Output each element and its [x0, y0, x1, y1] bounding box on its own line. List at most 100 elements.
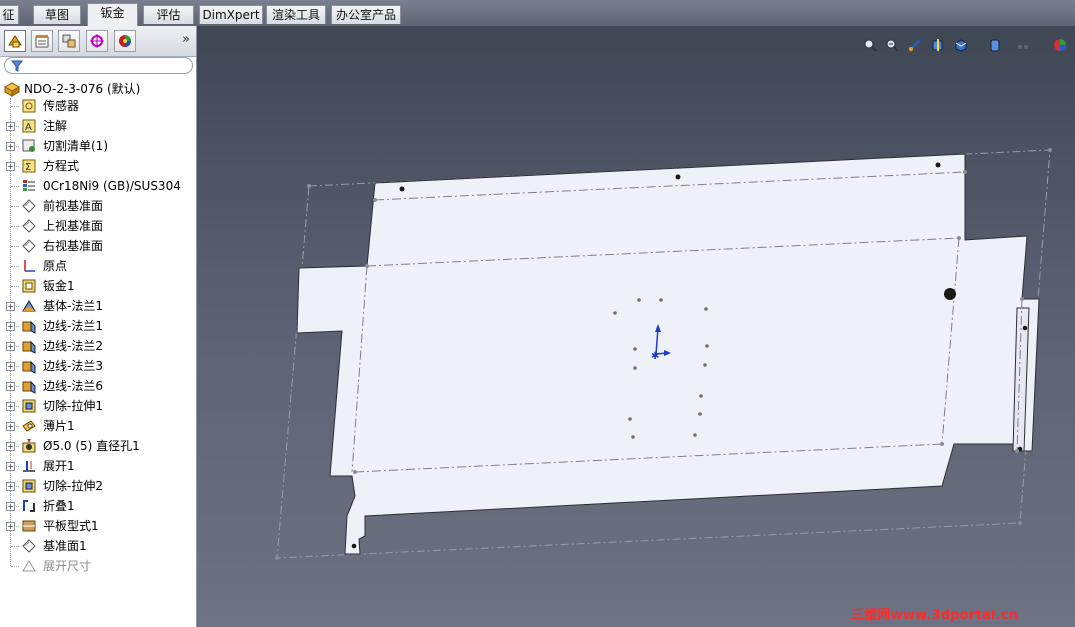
filter-icon — [10, 60, 24, 72]
tree-item-label: 右视基准面 — [43, 239, 104, 253]
tab-feature-icon — [22, 420, 36, 432]
tree-item-label: 切割清单(1) — [43, 139, 108, 153]
tree-item-label: 平板型式1 — [43, 519, 99, 533]
expand-toggle-icon[interactable]: + — [6, 342, 15, 351]
tree-item[interactable]: + 基体-法兰1 — [0, 296, 196, 316]
zoom-to-fit-icon[interactable] — [861, 36, 879, 54]
expand-toggle-icon[interactable]: + — [6, 382, 15, 391]
tree-item[interactable]: 展开尺寸 — [0, 556, 196, 576]
tab-render-tools[interactable]: 渲染工具 — [266, 5, 326, 24]
tree-connector-branch — [11, 206, 19, 207]
flat-dimension-icon — [22, 560, 36, 572]
unfold-icon — [23, 461, 35, 472]
edit-appearance-icon[interactable] — [1051, 36, 1069, 54]
tree-item[interactable]: 0Cr18Ni9 (GB)/SUS304 — [0, 176, 196, 196]
tree-item[interactable]: + 切割清单(1) — [0, 136, 196, 156]
tree-item[interactable]: + Ø5.0 (5) 直径孔1 — [0, 436, 196, 456]
tree-item[interactable]: + 折叠1 — [0, 496, 196, 516]
expand-toggle-icon[interactable]: + — [6, 122, 15, 131]
tree-item[interactable]: + 边线-法兰2 — [0, 336, 196, 356]
expand-toggle-icon[interactable]: + — [6, 482, 15, 491]
equation-icon: Σ — [22, 159, 36, 173]
graphics-area[interactable]: ✱ — [197, 26, 1075, 627]
tree-connector-branch — [11, 186, 19, 187]
tab-features[interactable]: 征 — [0, 5, 19, 24]
part-icon — [4, 82, 20, 97]
expand-toggle-icon[interactable]: + — [6, 442, 15, 451]
tree-connector-branch — [11, 566, 19, 567]
display-manager-icon[interactable] — [114, 30, 136, 52]
tree-item-label: Ø5.0 (5) 直径孔1 — [43, 439, 140, 453]
cut-extrude-icon — [22, 479, 36, 493]
tree-item-label: 钣金1 — [43, 279, 75, 293]
tree-item[interactable]: 基准面1 — [0, 536, 196, 556]
expand-toggle-icon[interactable]: + — [6, 522, 15, 531]
edge-flange-icon — [22, 380, 36, 394]
expand-toggle-icon[interactable]: + — [6, 462, 15, 471]
tree-item-label: 边线-法兰6 — [43, 379, 103, 393]
command-manager-tabs: 征 草图 钣金 评估 DimXpert 渲染工具 办公室产品 — [0, 0, 1075, 26]
feature-manager-icon[interactable] — [4, 30, 26, 52]
svg-text:A: A — [25, 122, 32, 133]
tree-item[interactable]: + 薄片1 — [0, 416, 196, 436]
tree-item-label: 边线-法兰2 — [43, 339, 103, 353]
tree-root[interactable]: NDO-2-3-076 (默认) — [0, 76, 196, 97]
tree-item-label: 原点 — [43, 259, 68, 273]
flat-pattern-icon — [22, 520, 36, 532]
tab-sketch[interactable]: 草图 — [33, 5, 81, 24]
tree-item[interactable]: + 边线-法兰1 — [0, 316, 196, 336]
panel-more-chevron[interactable]: » — [182, 32, 190, 47]
panel-tab-bar: » — [0, 26, 196, 57]
previous-view-icon[interactable] — [906, 36, 924, 54]
tree-item[interactable]: 右视基准面 — [0, 236, 196, 256]
tree-item[interactable]: 传感器 — [0, 96, 196, 116]
section-view-icon[interactable] — [929, 36, 947, 54]
expand-toggle-icon[interactable]: + — [6, 142, 15, 151]
tree-item[interactable]: + 切除-拉伸1 — [0, 396, 196, 416]
feature-tree-filter[interactable] — [4, 57, 193, 74]
tree-item[interactable]: 原点 — [0, 256, 196, 276]
configuration-manager-icon[interactable] — [58, 30, 80, 52]
tree-item[interactable]: 上视基准面 — [0, 216, 196, 236]
tree-connector-branch — [11, 226, 19, 227]
sheet-metal-model[interactable]: ✱ — [197, 26, 1075, 627]
expand-toggle-icon[interactable]: + — [6, 322, 15, 331]
expand-toggle-icon[interactable]: + — [6, 362, 15, 371]
expand-toggle-icon[interactable]: + — [6, 422, 15, 431]
tree-item[interactable]: + A 注解 — [0, 116, 196, 136]
edge-flange-icon — [22, 360, 36, 374]
plane-icon — [22, 199, 36, 213]
expand-toggle-icon[interactable]: + — [6, 302, 15, 311]
tree-item-label: 0Cr18Ni9 (GB)/SUS304 — [43, 179, 181, 193]
watermark-text: 三维网www.3dportal.cn — [851, 608, 1019, 623]
zoom-area-icon[interactable] — [883, 36, 901, 54]
property-manager-icon[interactable] — [31, 30, 53, 52]
tree-connector-branch — [11, 266, 19, 267]
part-name: NDO-2-3-076 (默认) — [24, 82, 141, 96]
hide-show-icon[interactable] — [1014, 36, 1032, 54]
tab-office-products[interactable]: 办公室产品 — [331, 5, 401, 24]
tree-item[interactable]: + 切除-拉伸2 — [0, 476, 196, 496]
tree-item[interactable]: + Σ 方程式 — [0, 156, 196, 176]
tab-evaluate[interactable]: 评估 — [143, 5, 194, 24]
tree-item-label: 前视基准面 — [43, 199, 104, 213]
view-orientation-icon[interactable] — [952, 36, 970, 54]
material-icon — [23, 180, 35, 191]
tree-item[interactable]: + 平板型式1 — [0, 516, 196, 536]
tree-item-label: 基体-法兰1 — [43, 299, 103, 313]
tree-item[interactable]: + 展开1 — [0, 456, 196, 476]
tree-item[interactable]: 前视基准面 — [0, 196, 196, 216]
expand-toggle-icon[interactable]: + — [6, 402, 15, 411]
tree-item[interactable]: 钣金1 — [0, 276, 196, 296]
cut-extrude-icon — [22, 399, 36, 413]
tree-item-label: 方程式 — [43, 159, 80, 173]
tab-dimxpert[interactable]: DimXpert — [199, 5, 263, 24]
expand-toggle-icon[interactable]: + — [6, 162, 15, 171]
tab-sheet-metal[interactable]: 钣金 — [87, 3, 138, 26]
expand-toggle-icon[interactable]: + — [6, 502, 15, 511]
dimxpert-manager-icon[interactable] — [86, 30, 108, 52]
tree-item[interactable]: + 边线-法兰3 — [0, 356, 196, 376]
tree-item-label: 切除-拉伸2 — [43, 479, 103, 493]
tree-item[interactable]: + 边线-法兰6 — [0, 376, 196, 396]
display-style-icon[interactable] — [986, 36, 1004, 54]
